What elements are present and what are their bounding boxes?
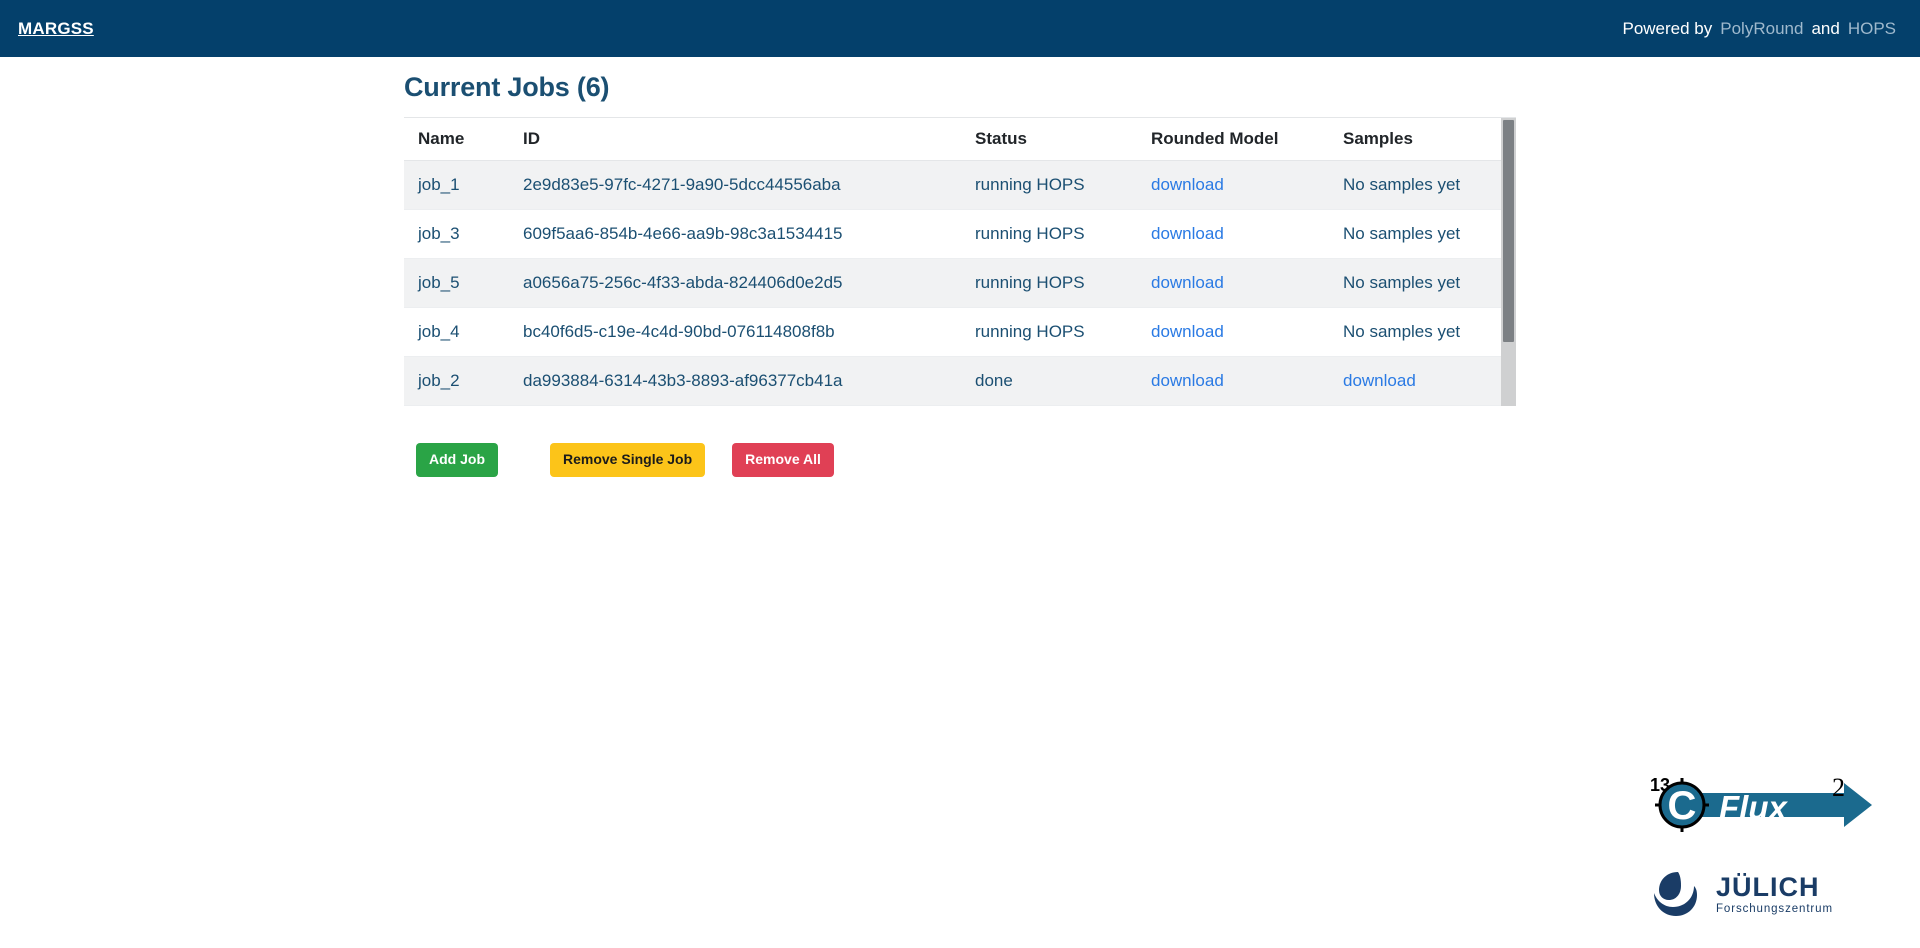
cell-samples-status-value: No samples yet [1343, 322, 1461, 342]
table-row: job_1 2e9d83e5-97fc-4271-9a90-5dcc44556ab… [404, 160, 1501, 211]
jobs-table: Name ID Status Rounded Model Samples job… [404, 118, 1501, 407]
cell-job-status: running HOPS [961, 258, 1137, 309]
cell-job-id-value: bc40f6d5-c19e-4c4d-90bd-076114808f8b [523, 322, 835, 342]
powered-by-group: Powered by PolyRound and HOPS [1622, 19, 1896, 39]
cell-job-name-value: job_2 [418, 371, 460, 391]
table-row: job_4 bc40f6d5-c19e-4c4d-90bd-076114808f8… [404, 307, 1501, 358]
job-action-buttons: Add Job Remove Single Job Remove All [404, 443, 1516, 477]
cell-samples-status: No samples yet [1329, 307, 1501, 358]
rounded-model-download-link-value[interactable]: download [1151, 273, 1224, 292]
cell-job-status-value: running HOPS [975, 224, 1085, 244]
cell-samples-status-value: No samples yet [1343, 224, 1461, 244]
page-title: Current Jobs (6) [404, 72, 610, 102]
remove-single-job-button[interactable]: Remove Single Job [550, 443, 706, 477]
rounded-model-download-link: download [1137, 356, 1329, 407]
brand-logo[interactable]: MARGSS [18, 20, 94, 37]
cell-job-name: job_5 [404, 258, 509, 309]
cell-job-id: 609f5aa6-854b-4e66-aa9b-98c3a1534415 [509, 209, 961, 260]
cell-job-status-value: done [975, 371, 1013, 391]
cell-job-status-value: running HOPS [975, 273, 1085, 293]
cell-samples-status-value: No samples yet [1343, 273, 1461, 293]
top-navbar: MARGSS Powered by PolyRound and HOPS [0, 0, 1920, 57]
table-scrollbar-thumb[interactable] [1503, 120, 1514, 343]
svg-text:C: C [1668, 784, 1697, 828]
cell-job-name: job_4 [404, 307, 509, 358]
cell-job-id: 2e9d83e5-97fc-4271-9a90-5dcc44556aba [509, 160, 961, 211]
svg-text:Flux: Flux [1719, 789, 1788, 826]
julich-logo: JÜLICH Forschungszentrum [1648, 866, 1878, 924]
cell-samples-status: No samples yet [1329, 209, 1501, 260]
column-header-samples: Samples [1329, 118, 1501, 162]
cell-job-id: da993884-6314-43b3-8893-af96377cb41a [509, 356, 961, 407]
column-header-status: Status [961, 118, 1137, 162]
jobs-container: Current Jobs (6) Name ID Status Rounded … [404, 71, 1516, 477]
cell-job-id-value: 2e9d83e5-97fc-4271-9a90-5dcc44556aba [523, 175, 841, 195]
cell-job-status: done [961, 356, 1137, 407]
cell-job-id-value: a0656a75-256c-4f33-abda-824406d0e2d5 [523, 273, 843, 293]
polyround-link[interactable]: PolyRound [1720, 19, 1803, 39]
cell-samples-status: No samples yet [1329, 160, 1501, 211]
remove-all-button[interactable]: Remove All [732, 443, 834, 477]
footer-logos: C Flux 13 2 13 Flux 2 JÜLICH Forschungsz… [1648, 773, 1878, 924]
cell-samples-status-value: No samples yet [1343, 175, 1461, 195]
rounded-model-download-link: download [1137, 160, 1329, 211]
and-label: and [1811, 18, 1840, 38]
svg-text:2: 2 [1832, 774, 1845, 802]
cell-job-status-value: running HOPS [975, 175, 1085, 195]
jobs-table-head: Name ID Status Rounded Model Samples [404, 118, 1501, 162]
cell-job-name-value: job_4 [418, 322, 460, 342]
rounded-model-download-link-value[interactable]: download [1151, 175, 1224, 194]
cflux-logo-graphic: C Flux 13 2 [1650, 773, 1872, 832]
rounded-model-download-link: download [1137, 258, 1329, 309]
samples-download-link: download [1329, 356, 1501, 407]
column-header-name: Name [404, 118, 509, 162]
cell-job-name: job_3 [404, 209, 509, 260]
rounded-model-download-link-value[interactable]: download [1151, 224, 1224, 243]
cell-job-name-value: job_3 [418, 224, 460, 244]
cflux-logo: C Flux 13 2 13 Flux 2 [1648, 773, 1878, 836]
samples-download-link-value[interactable]: download [1343, 371, 1416, 390]
cell-job-status: running HOPS [961, 209, 1137, 260]
cell-job-id-value: 609f5aa6-854b-4e66-aa9b-98c3a1534415 [523, 224, 843, 244]
table-header-row: Name ID Status Rounded Model Samples [404, 118, 1501, 162]
rounded-model-download-link-value[interactable]: download [1151, 371, 1224, 390]
cell-job-id: bc40f6d5-c19e-4c4d-90bd-076114808f8b [509, 307, 961, 358]
add-job-button[interactable]: Add Job [416, 443, 498, 477]
rounded-model-download-link-value[interactable]: download [1151, 322, 1224, 341]
hops-link[interactable]: HOPS [1848, 19, 1896, 39]
jobs-table-body: job_1 2e9d83e5-97fc-4271-9a90-5dcc44556ab… [404, 160, 1501, 407]
table-scrollbar-track[interactable] [1501, 118, 1516, 407]
cell-samples-status: No samples yet [1329, 258, 1501, 309]
cell-job-name-value: job_1 [418, 175, 460, 195]
table-row: job_2 da993884-6314-43b3-8893-af96377cb41… [404, 356, 1501, 407]
svg-text:13: 13 [1650, 775, 1670, 795]
cell-job-status: running HOPS [961, 307, 1137, 358]
julich-subtitle: Forschungszentrum [1716, 903, 1833, 916]
table-row: job_3 609f5aa6-854b-4e66-aa9b-98c3a153441… [404, 209, 1501, 260]
rounded-model-download-link: download [1137, 307, 1329, 358]
cell-job-name: job_2 [404, 356, 509, 407]
jobs-table-wrapper: Name ID Status Rounded Model Samples job… [404, 117, 1516, 407]
powered-by-label: Powered by [1622, 18, 1713, 38]
page-body: Current Jobs (6) Name ID Status Rounded … [0, 57, 1920, 948]
cell-job-id: a0656a75-256c-4f33-abda-824406d0e2d5 [509, 258, 961, 309]
cell-job-name-value: job_5 [418, 273, 460, 293]
column-header-id: ID [509, 118, 961, 162]
julich-swirl-icon [1654, 872, 1697, 916]
cell-job-status-value: running HOPS [975, 322, 1085, 342]
julich-text-block: JÜLICH Forschungszentrum [1716, 874, 1833, 916]
cell-job-id-value: da993884-6314-43b3-8893-af96377cb41a [523, 371, 843, 391]
julich-name: JÜLICH [1716, 872, 1820, 903]
rounded-model-download-link: download [1137, 209, 1329, 260]
column-header-rounded-model: Rounded Model [1137, 118, 1329, 162]
cell-job-status: running HOPS [961, 160, 1137, 211]
table-row: job_5 a0656a75-256c-4f33-abda-824406d0e2d… [404, 258, 1501, 309]
cell-job-name: job_1 [404, 160, 509, 211]
